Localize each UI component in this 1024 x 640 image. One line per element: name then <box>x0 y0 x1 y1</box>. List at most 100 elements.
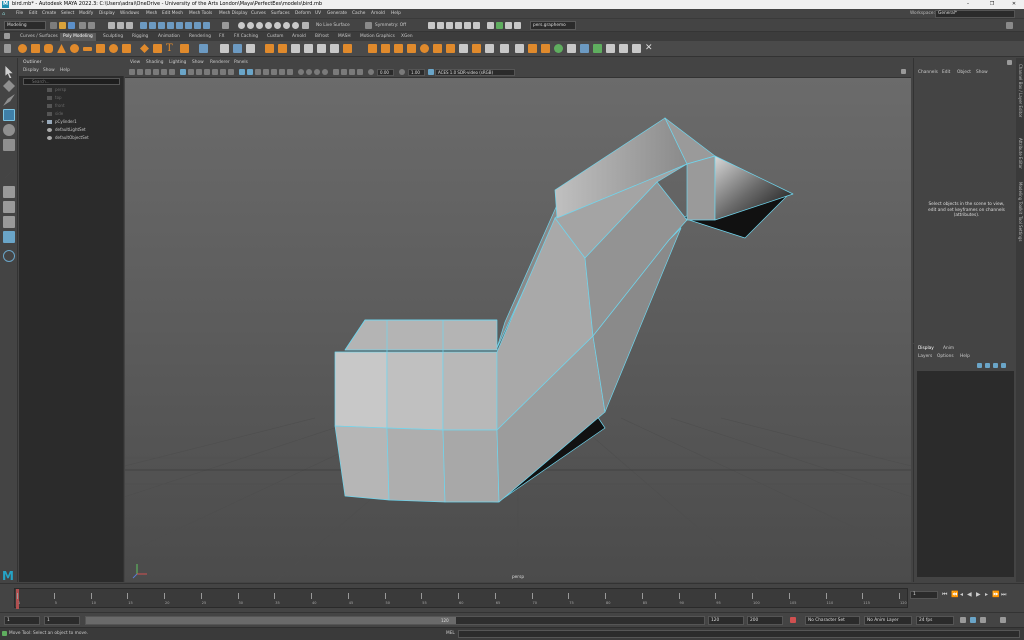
menu-help[interactable]: Help <box>391 11 401 16</box>
open-scene-icon[interactable] <box>59 22 66 29</box>
extrude-icon[interactable] <box>265 44 274 53</box>
select-curves-icon[interactable] <box>158 22 165 29</box>
shelf-settings-icon[interactable] <box>4 33 10 39</box>
key-settings-icon[interactable] <box>980 617 986 623</box>
viewport-expand-icon[interactable] <box>901 69 906 74</box>
light-editor-icon[interactable] <box>505 22 512 29</box>
select-tool-icon[interactable] <box>5 66 13 78</box>
color-management-icon[interactable] <box>428 69 434 75</box>
textured-icon[interactable] <box>271 69 277 75</box>
minimize-button[interactable]: – <box>960 0 976 9</box>
tab-mash[interactable]: MASH <box>335 33 354 41</box>
fill-hole-icon[interactable] <box>304 44 313 53</box>
poly-cube-icon[interactable] <box>31 44 40 53</box>
layer-tab-display[interactable]: Display <box>918 346 934 351</box>
channel-box-pin-icon[interactable] <box>1007 60 1012 65</box>
new-layer-selected-icon[interactable] <box>985 363 990 368</box>
multisample-aa-icon[interactable] <box>314 69 320 75</box>
current-frame-field[interactable]: 1 <box>910 591 938 599</box>
side-tab-channel-box[interactable]: Channel Box / Layer Editor <box>1017 64 1023 117</box>
gamma-icon[interactable] <box>399 69 405 75</box>
append-polygon-icon[interactable] <box>368 44 377 53</box>
expand-icon[interactable]: + <box>41 118 44 126</box>
search-icon[interactable] <box>3 250 15 262</box>
exposure-field[interactable]: 0.00 <box>377 69 394 76</box>
safe-title-icon[interactable] <box>228 69 234 75</box>
combine-icon[interactable] <box>199 44 208 53</box>
menu-modify[interactable]: Modify <box>79 11 93 16</box>
go-to-end-icon[interactable]: ⏭ <box>1001 591 1006 599</box>
poly-cylinder-icon[interactable] <box>44 44 53 53</box>
channel-menu-edit[interactable]: Edit <box>942 70 950 75</box>
play-backwards-icon[interactable]: ◀ <box>967 591 972 598</box>
screen-space-ao-icon[interactable] <box>298 69 304 75</box>
offset-edge-loop-icon[interactable] <box>446 44 455 53</box>
outliner-menu-show[interactable]: Show <box>43 68 55 73</box>
menu-uv[interactable]: UV <box>315 11 321 16</box>
poly-cone-icon[interactable] <box>57 44 66 53</box>
move-tool-icon[interactable] <box>3 109 15 121</box>
tab-poly-modeling[interactable]: Poly Modeling <box>60 33 96 41</box>
soften-edge-icon[interactable] <box>541 44 550 53</box>
menu-edit[interactable]: Edit <box>29 11 37 16</box>
viewport-menu-renderer[interactable]: Renderer <box>210 60 230 65</box>
range-slider-track[interactable]: 120 <box>85 616 705 625</box>
menu-select[interactable]: Select <box>61 11 74 16</box>
automatic-uv-icon[interactable] <box>515 44 524 53</box>
step-forward-key-icon[interactable]: ⏩ <box>992 591 999 598</box>
layer-menu-options[interactable]: Options <box>937 354 954 359</box>
tab-motion-graphics[interactable]: Motion Graphics <box>357 33 398 41</box>
connect-icon[interactable] <box>407 44 416 53</box>
playback-end-field[interactable]: 120 <box>708 616 744 625</box>
gate-mask-icon[interactable] <box>204 69 210 75</box>
construction-history-icon[interactable] <box>428 22 435 29</box>
camera-attributes-icon[interactable] <box>137 69 143 75</box>
planar-uv-icon[interactable] <box>500 44 509 53</box>
tab-rigging[interactable]: Rigging <box>129 33 151 41</box>
outliner-item-persp[interactable]: persp <box>19 86 124 94</box>
menu-deform[interactable]: Deform <box>295 11 311 16</box>
shadows-icon[interactable] <box>287 69 293 75</box>
layer-list[interactable] <box>917 371 1014 577</box>
poly-pyramid-icon[interactable] <box>122 44 131 53</box>
outliner-menu-display[interactable]: Display <box>23 68 39 73</box>
select-hierarchy-icon[interactable] <box>108 22 115 29</box>
quadrangulate-icon[interactable] <box>632 44 641 53</box>
target-weld-icon[interactable] <box>394 44 403 53</box>
xray-active-icon[interactable] <box>349 69 355 75</box>
paint-select-tool-icon[interactable] <box>3 94 15 106</box>
start-time-field[interactable]: 1 <box>4 616 40 625</box>
menu-windows[interactable]: Windows <box>120 11 139 16</box>
pause-viewport-icon[interactable] <box>514 22 521 29</box>
redo-icon[interactable] <box>88 22 95 29</box>
rotate-tool-icon[interactable] <box>3 124 15 136</box>
loop-icon[interactable] <box>960 617 966 623</box>
render-settings-icon[interactable] <box>464 22 471 29</box>
menu-mesh-tools[interactable]: Mesh Tools <box>189 11 212 16</box>
snap-live-icon[interactable] <box>274 22 281 29</box>
conform-icon[interactable] <box>580 44 589 53</box>
persp-graph-layout-icon[interactable] <box>3 231 15 243</box>
channel-menu-show[interactable]: Show <box>976 70 988 75</box>
reverse-normal-icon[interactable] <box>567 44 576 53</box>
move-layer-down-icon[interactable] <box>1001 363 1006 368</box>
depth-of-field-icon[interactable] <box>322 69 328 75</box>
menu-create[interactable]: Create <box>42 11 56 16</box>
gamma-field[interactable]: 1.00 <box>408 69 425 76</box>
use-all-lights-icon[interactable] <box>279 69 285 75</box>
smooth-shade-icon[interactable] <box>247 69 253 75</box>
layer-menu-layers[interactable]: Layers <box>918 354 932 359</box>
undo-icon[interactable] <box>79 22 86 29</box>
symmetry-label[interactable]: Symmetry: Off <box>375 23 406 28</box>
select-deformers-icon[interactable] <box>176 22 183 29</box>
svg-icon[interactable] <box>180 44 189 53</box>
tab-fx-caching[interactable]: FX Caching <box>231 33 261 41</box>
outliner-item-side[interactable]: side <box>19 110 124 118</box>
poke-icon[interactable] <box>472 44 481 53</box>
menu-display[interactable]: Display <box>99 11 115 16</box>
close-button[interactable]: ✕ <box>1006 0 1022 9</box>
mel-label[interactable]: MEL <box>446 631 455 636</box>
bridge-icon[interactable] <box>291 44 300 53</box>
smooth-icon[interactable] <box>233 44 242 53</box>
menu-curves[interactable]: Curves <box>251 11 266 16</box>
